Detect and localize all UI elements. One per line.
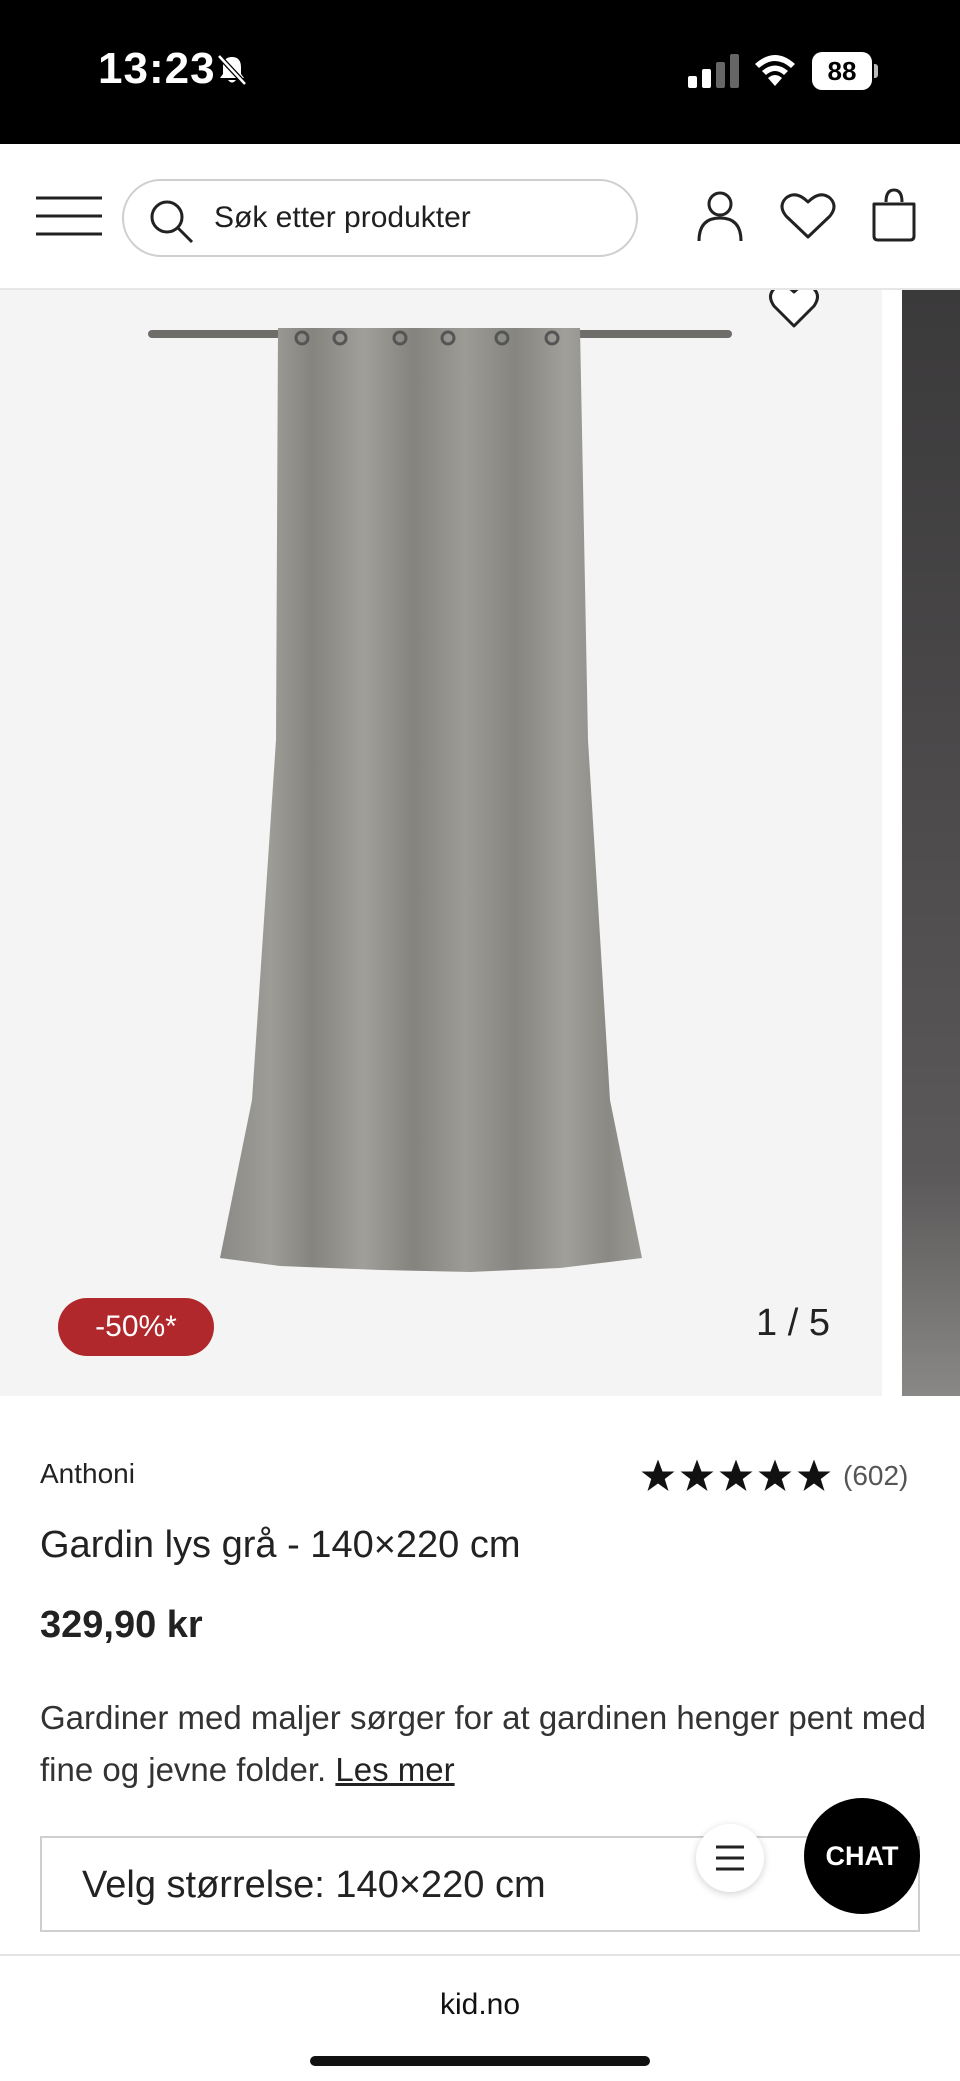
search-input[interactable] — [214, 181, 614, 255]
search-bar[interactable] — [122, 179, 638, 257]
product-title: Gardin lys grå - 140×220 cm — [40, 1524, 521, 1566]
home-indicator[interactable] — [310, 2056, 650, 2066]
product-image-gallery[interactable]: -50%* 1 / 5 — [0, 290, 960, 1396]
status-time: 13:23 — [98, 44, 216, 93]
browser-bottom-bar: kid.no — [0, 1954, 960, 2081]
next-product-image-slide[interactable] — [902, 290, 960, 1396]
product-image-slide[interactable]: -50%* 1 / 5 — [0, 290, 882, 1396]
hamburger-menu-icon[interactable] — [34, 194, 104, 238]
product-rating[interactable]: (602) — [640, 1456, 908, 1496]
url-display[interactable]: kid.no — [0, 1988, 960, 2022]
account-icon[interactable] — [696, 190, 744, 242]
shopping-bag-icon[interactable] — [870, 188, 918, 242]
floating-menu-button[interactable] — [696, 1824, 764, 1892]
slide-counter: 1 / 5 — [756, 1302, 830, 1344]
size-selector-label: Velg størrelse: 140×220 cm — [82, 1864, 546, 1906]
wishlist-icon[interactable] — [780, 192, 836, 240]
star-icon — [680, 1459, 714, 1491]
list-menu-icon — [716, 1845, 744, 1871]
product-description: Gardiner med maljer sørger for at gardin… — [40, 1692, 930, 1796]
size-selector[interactable]: Velg størrelse: 140×220 cm — [40, 1836, 920, 1932]
wifi-icon — [755, 55, 795, 86]
battery-level: 88 — [812, 52, 872, 90]
site-header — [0, 144, 960, 290]
star-icon — [641, 1459, 675, 1491]
signal-icon — [688, 54, 739, 88]
star-icon — [758, 1459, 792, 1491]
star-icon — [719, 1459, 753, 1491]
status-bar: 13:23 88 — [0, 0, 960, 144]
battery-tip — [874, 64, 878, 78]
chat-button[interactable]: CHAT — [804, 1798, 920, 1914]
bell-muted-icon — [217, 54, 247, 86]
product-brand[interactable]: Anthoni — [40, 1458, 135, 1490]
review-count: (602) — [843, 1460, 909, 1491]
star-icon — [797, 1459, 831, 1491]
curtain-image — [148, 328, 732, 1272]
product-price: 329,90 kr — [40, 1604, 203, 1646]
read-more-link[interactable]: Les mer — [335, 1751, 454, 1788]
product-description-text: Gardiner med maljer sørger for at gardin… — [40, 1699, 926, 1788]
discount-badge: -50%* — [58, 1298, 214, 1356]
search-icon — [150, 200, 194, 244]
add-to-wishlist-icon[interactable] — [768, 290, 820, 330]
battery-indicator: 88 — [812, 52, 878, 90]
